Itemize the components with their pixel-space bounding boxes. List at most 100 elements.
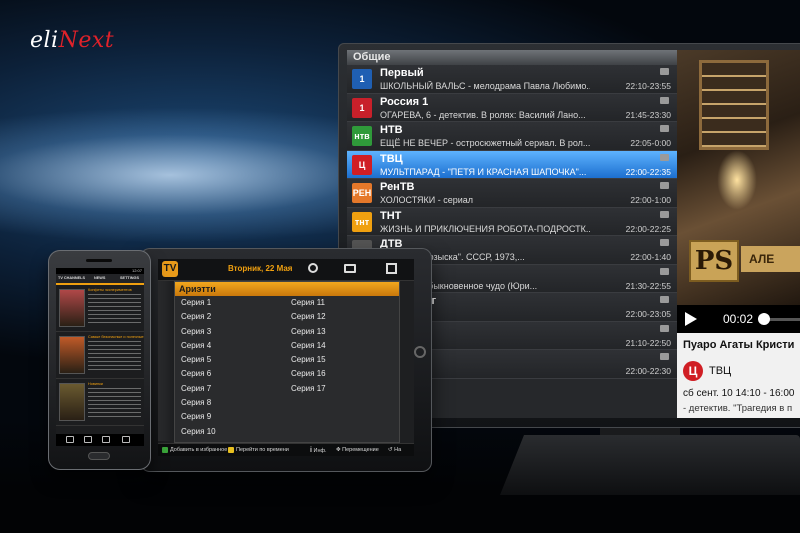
search-icon[interactable] <box>308 263 318 273</box>
record-icon[interactable] <box>660 296 669 303</box>
home-nav-icon[interactable] <box>84 436 92 443</box>
list-item[interactable]: Конфеты экспериментов <box>56 285 144 332</box>
tv-icon[interactable] <box>344 264 356 273</box>
list-item[interactable]: Новинки <box>56 379 144 426</box>
channel-logo-icon: 1 <box>352 69 372 89</box>
episode-item[interactable]: Серия 14 <box>285 339 397 353</box>
move-button[interactable]: ✥ Перемещение <box>336 446 379 455</box>
channel-list-header: Общие <box>347 50 677 65</box>
episode-item[interactable]: Серия 3 <box>175 325 287 339</box>
record-icon[interactable] <box>660 267 669 275</box>
show-logo: PS <box>689 240 739 282</box>
phone-home-button[interactable] <box>88 452 110 460</box>
episode-item[interactable]: Серия 7 <box>175 382 287 396</box>
channel-logo-icon: нтв <box>352 126 372 146</box>
video-lamp <box>717 150 757 210</box>
program-schedule: сб сент. 10 14:10 - 16:00 <box>683 388 795 399</box>
back-button[interactable]: ↺ На <box>388 446 401 455</box>
tab-tv-channels[interactable]: TV CHANNELS <box>58 276 85 280</box>
channel-time: 22:00-1:00 <box>630 195 671 205</box>
back-icon: ↺ <box>388 447 393 453</box>
record-icon[interactable] <box>660 182 669 189</box>
channel-row[interactable]: 1 Россия 1 ОГАРЕВА, 6 - детектив. В ролях:… <box>347 93 677 122</box>
progress-knob[interactable] <box>758 313 770 325</box>
list-item[interactable]: Самые безопасные и полезные <box>56 332 144 379</box>
episode-item[interactable]: Серия 10 <box>175 425 287 439</box>
record-icon[interactable] <box>660 239 669 246</box>
video-preview[interactable]: PS АЛЕ <box>677 50 800 305</box>
episode-item[interactable]: Серия 2 <box>175 310 287 324</box>
back-nav-icon[interactable] <box>66 436 74 443</box>
tablet-sidebar <box>158 281 174 441</box>
channel-row[interactable]: РЕН РенТВ ХОЛОСТЯКИ - сериал 22:00-1:00 <box>347 179 677 208</box>
episode-item[interactable]: Серия 6 <box>175 367 287 381</box>
tab-news[interactable]: NEWS <box>94 276 105 280</box>
recent-apps-icon[interactable] <box>102 436 110 443</box>
logo-prefix: eli <box>30 28 59 53</box>
tv-stand <box>500 435 800 495</box>
channel-row[interactable]: тнт ТНТ ЖИЗНЬ И ПРИКЛЮЧЕНИЯ РОБОТА-ПОДРОСТ… <box>347 207 677 236</box>
record-icon[interactable] <box>660 353 669 360</box>
record-icon[interactable] <box>660 96 669 104</box>
item-title: Новинки <box>88 382 103 386</box>
channel-time: 22:00-23:05 <box>625 309 671 319</box>
record-icon[interactable] <box>660 324 669 332</box>
episode-item[interactable]: Серия 9 <box>175 410 287 424</box>
item-text <box>88 294 141 326</box>
tab-settings[interactable]: SETTINGS <box>120 276 139 280</box>
tablet-screen: TV Вторник, 22 Мая Ариэтти Серия 1 Серия … <box>158 259 414 456</box>
program-channel: ТВЦ <box>709 365 732 377</box>
show-title-banner: АЛЕ <box>741 246 800 272</box>
record-icon[interactable] <box>660 153 669 161</box>
back-label: На <box>394 447 402 453</box>
record-icon[interactable] <box>660 68 669 75</box>
brand-logo: eliNext <box>30 28 114 53</box>
calendar-icon[interactable] <box>386 263 397 274</box>
playback-time: 00:02 <box>723 312 754 326</box>
episode-item[interactable]: Серия 15 <box>285 353 397 367</box>
episodes-column-2: Серия 11 Серия 12 Серия 13 Серия 14 Серия 15… <box>285 296 397 396</box>
move-icon: ✥ <box>336 447 341 453</box>
episode-item[interactable]: Серия 8 <box>175 396 287 410</box>
episodes-panel: Ариэтти Серия 1 Серия 2 Серия 3 Серия 4 Сери… <box>174 281 400 443</box>
phone-tabs: TV CHANNELS NEWS SETTINGS <box>56 274 144 285</box>
episode-item[interactable]: Серия 11 <box>285 296 397 310</box>
add-favorite-button[interactable]: Добавить в избранное <box>162 446 227 455</box>
episode-item[interactable]: Серия 16 <box>285 367 397 381</box>
channel-row[interactable]: Ц ТВЦ МУЛЬТПАРАД - "ПЕТЯ И КРАСНАЯ ШАПОЧКА… <box>347 150 677 179</box>
channel-time: 22:05-0:00 <box>630 138 671 148</box>
favorite-icon <box>162 446 168 453</box>
menu-nav-icon[interactable] <box>122 436 130 443</box>
record-icon[interactable] <box>660 125 669 132</box>
move-label: Перемещение <box>342 447 379 453</box>
channel-time: 22:10-23:55 <box>625 81 671 91</box>
goto-time-button[interactable]: Перейти по времени <box>228 446 289 455</box>
episode-item[interactable]: Серия 4 <box>175 339 287 353</box>
item-thumbnail <box>59 383 85 421</box>
episode-item[interactable]: Серия 13 <box>285 325 397 339</box>
channel-row[interactable]: нтв НТВ ЕЩЁ НЕ ВЕЧЕР - остросюжетный сериа… <box>347 122 677 151</box>
channel-row[interactable]: 1 Первый ШКОЛЬНЫЙ ВАЛЬС - мелодрама Павла … <box>347 65 677 94</box>
channel-time: 22:00-22:35 <box>625 166 671 177</box>
item-title: Самые безопасные и полезные <box>88 335 144 339</box>
channel-logo-icon: тнт <box>352 211 372 232</box>
app-icon[interactable]: TV <box>162 261 178 277</box>
episode-item[interactable]: Серия 1 <box>175 296 287 310</box>
channel-time: 22:00-22:30 <box>625 366 671 376</box>
record-icon[interactable] <box>660 210 669 218</box>
info-button[interactable]: i Инф. <box>310 446 327 456</box>
play-icon[interactable] <box>685 312 697 326</box>
episode-item[interactable]: Серия 12 <box>285 310 397 324</box>
clock-icon <box>228 446 234 453</box>
info-icon: i <box>310 447 312 454</box>
channel-logo-icon: 1 <box>352 97 372 118</box>
video-bookshelf <box>699 60 769 150</box>
channel-program: ШКОЛЬНЫЙ ВАЛЬС - мелодрама Павла Любимо.… <box>380 81 590 91</box>
item-title: Конфеты экспериментов <box>88 288 132 292</box>
episode-item[interactable]: Серия 17 <box>285 382 397 396</box>
channel-time: 22:00-1:40 <box>630 252 671 262</box>
channel-time: 21:10-22:50 <box>625 337 671 348</box>
episode-item[interactable]: Серия 5 <box>175 353 287 367</box>
tablet-home-button[interactable] <box>414 346 426 358</box>
info-label: Инф. <box>313 448 327 454</box>
